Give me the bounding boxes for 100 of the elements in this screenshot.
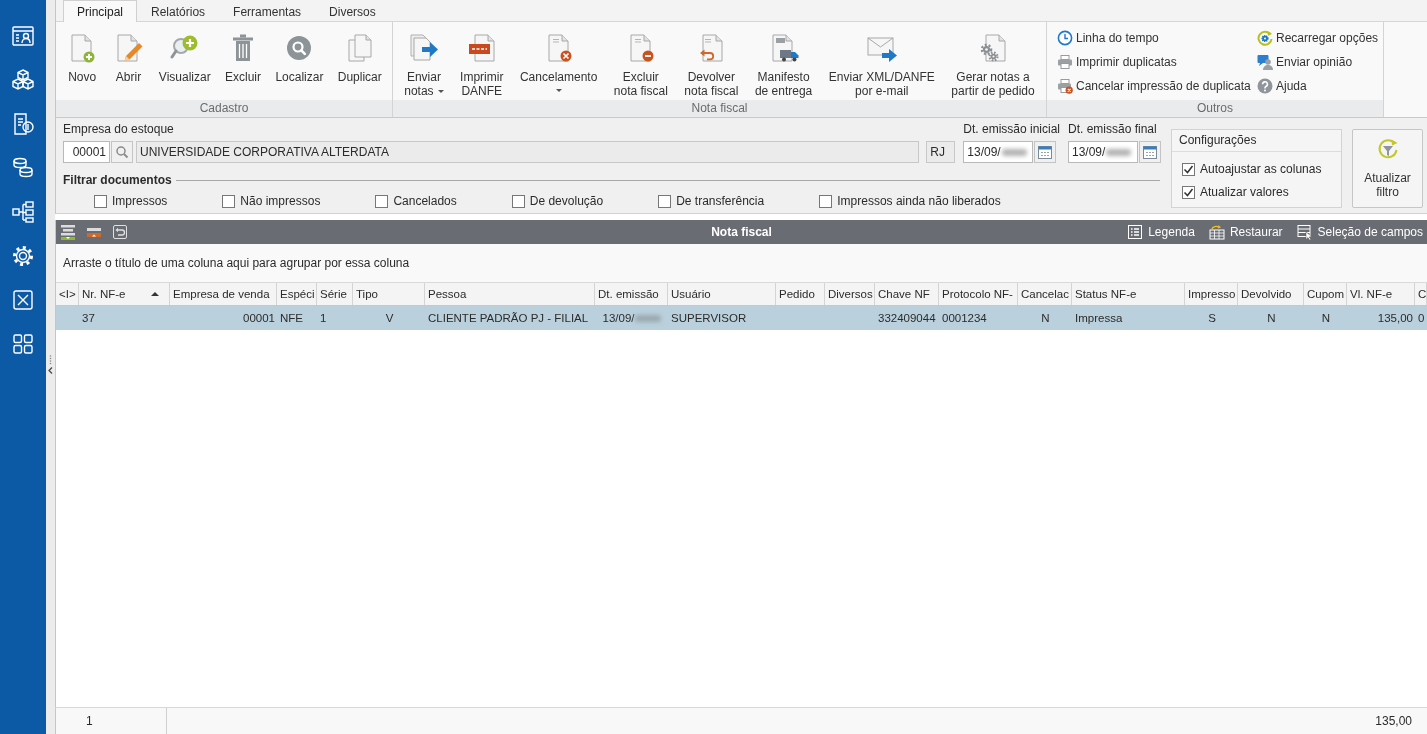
- table-cell-text: 135,00: [1376, 311, 1414, 326]
- table-cell-text: 1: [319, 311, 328, 326]
- column-header[interactable]: Tipo: [353, 283, 425, 305]
- column-header[interactable]: Nr. NF-e: [79, 283, 170, 305]
- column-header[interactable]: Protocolo NF-: [939, 283, 1018, 305]
- checkbox[interactable]: [819, 194, 833, 208]
- checkmark-icon: [1183, 163, 1194, 175]
- column-header[interactable]: Empresa de venda: [170, 283, 277, 305]
- cubes-icon[interactable]: [11, 68, 35, 92]
- group-label: Outros: [1047, 100, 1383, 117]
- documents-arrow-icon: [407, 32, 440, 64]
- checkbox[interactable]: [511, 194, 525, 208]
- document-coin-icon[interactable]: [11, 112, 35, 136]
- calendar-button[interactable]: [1139, 141, 1161, 163]
- column-header[interactable]: Usuário: [668, 283, 776, 305]
- checkbox[interactable]: [658, 194, 672, 208]
- column-header[interactable]: Diversos: [825, 283, 875, 305]
- checkbox-label: Impressos: [112, 194, 168, 208]
- table-cell: 13/09/: [595, 306, 668, 330]
- checkbox-label: Impressos ainda não liberados: [837, 194, 1001, 208]
- column-header[interactable]: Status NF-e: [1072, 283, 1185, 305]
- cancellation-button[interactable]: Cancelamento: [514, 22, 603, 100]
- record-count: 1: [86, 714, 93, 728]
- profile-card-icon[interactable]: [11, 24, 35, 48]
- ribbon-tab[interactable]: Ferramentas: [219, 1, 316, 22]
- timeline-button[interactable]: Linha do tempo: [1057, 28, 1159, 48]
- delivery-manifest-button[interactable]: Manifesto de entrega: [749, 22, 818, 100]
- restore-button[interactable]: Restaurar: [1208, 224, 1283, 240]
- coins-icon[interactable]: [11, 156, 35, 180]
- column-header[interactable]: Devolvido: [1238, 283, 1304, 305]
- panel-title: Configurações: [1172, 130, 1341, 152]
- send-invoices-button[interactable]: Enviar notas: [399, 22, 449, 100]
- checkbox[interactable]: [94, 194, 107, 208]
- table-cell-text: CLIENTE PADRÃO PJ - FILIAL: [427, 311, 590, 326]
- column-header[interactable]: C: [1415, 283, 1427, 305]
- table-cell-text: Impressa: [1074, 311, 1124, 326]
- ribbon-tab[interactable]: Diversos: [315, 1, 390, 22]
- print-duplicates-button[interactable]: Imprimir duplicatas: [1057, 52, 1177, 72]
- help-button[interactable]: Ajuda: [1257, 76, 1307, 96]
- column-header[interactable]: Pedido: [776, 283, 825, 305]
- group-label: Nota fiscal: [393, 100, 1046, 117]
- refresh-gear-icon: [1257, 30, 1273, 46]
- checkbox[interactable]: [1182, 185, 1195, 199]
- cancel-duplicate-print-button[interactable]: Cancelar impressão de duplicata: [1057, 76, 1251, 96]
- group-label: Cadastro: [56, 100, 392, 117]
- column-header[interactable]: Vl. NF-e: [1347, 283, 1415, 305]
- column-header[interactable]: <I>: [56, 283, 79, 305]
- email-xml-danfe-button[interactable]: Enviar XML/DANFE por e-mail: [823, 22, 940, 100]
- table-cell-text: N: [1266, 311, 1277, 326]
- gear-icon[interactable]: [11, 244, 35, 268]
- ribbon-tab[interactable]: Relatórios: [137, 1, 220, 22]
- column-header[interactable]: Impresso: [1185, 283, 1238, 305]
- column-header[interactable]: Dt. emissão: [595, 283, 668, 305]
- send-feedback-button[interactable]: Enviar opinião: [1257, 52, 1353, 72]
- date-field[interactable]: 13/09/: [1068, 141, 1138, 163]
- chat-person-icon: [1257, 54, 1273, 70]
- generate-invoices-button[interactable]: Gerar notas a partir de pedido: [946, 22, 1040, 100]
- column-header[interactable]: Pessoa: [425, 283, 595, 305]
- grid-title: Nota fiscal: [711, 225, 772, 239]
- column-header[interactable]: Chave NF: [875, 283, 939, 305]
- date-field[interactable]: 13/09/: [963, 141, 1034, 163]
- table-cell-text: 0: [1417, 311, 1426, 326]
- ribbon-tab[interactable]: Principal: [63, 0, 138, 22]
- checkbox-label: Não impressos: [240, 194, 321, 208]
- column-header[interactable]: Série: [317, 283, 353, 305]
- table-cell-text: SUPERVISOR: [670, 311, 748, 326]
- checkbox[interactable]: [375, 194, 389, 208]
- collapse-handle-icon[interactable]: [48, 355, 53, 374]
- printer-icon: [1057, 54, 1073, 70]
- view-button[interactable]: Visualizar: [153, 22, 216, 100]
- x-square-icon[interactable]: [11, 288, 35, 312]
- open-button[interactable]: Abrir: [107, 22, 150, 100]
- reload-options-button[interactable]: Recarregar opções: [1257, 28, 1379, 48]
- delete-invoice-button[interactable]: Excluir nota fiscal: [608, 22, 673, 100]
- column-header[interactable]: Espéci: [277, 283, 317, 305]
- hierarchy-icon[interactable]: [11, 200, 35, 224]
- calendar-icon: [1142, 144, 1158, 160]
- checkbox[interactable]: [1182, 162, 1195, 176]
- column-header[interactable]: Cancelac: [1018, 283, 1072, 305]
- legend-button[interactable]: Legenda: [1127, 224, 1195, 240]
- delete-button[interactable]: Excluir: [220, 22, 267, 100]
- find-button[interactable]: Localizar: [270, 22, 329, 100]
- company-name-field: UNIVERSIDADE CORPORATIVA ALTERDATA: [136, 141, 920, 163]
- return-invoice-button[interactable]: Devolver nota fiscal: [679, 22, 744, 100]
- new-button[interactable]: Novo: [61, 22, 104, 100]
- refresh-filter-button[interactable]: Atualizar filtro: [1352, 129, 1423, 208]
- duplicate-button[interactable]: Duplicar: [332, 22, 387, 100]
- calendar-button[interactable]: [1034, 141, 1057, 163]
- code-field[interactable]: 00001: [63, 141, 110, 163]
- four-squares-icon[interactable]: [11, 332, 35, 356]
- print-danfe-button[interactable]: Imprimir DANFE: [455, 22, 509, 100]
- search-button[interactable]: [111, 141, 133, 163]
- field-selection-button[interactable]: Seleção de campos: [1296, 224, 1423, 240]
- field-label: Dt. emissão final: [1068, 122, 1157, 137]
- table-row[interactable]: 37 00001 NFE 1 V CLIENTE PADRÃO PJ - FILIAL 13/09/ SUPERVISOR 332409044 0001234 N Impressa S N N 135,00 0: [56, 306, 1427, 330]
- checkbox[interactable]: [222, 194, 236, 208]
- state-field: RJ: [926, 141, 956, 163]
- column-header[interactable]: Cupom: [1304, 283, 1347, 305]
- stacked-bars-icon[interactable]: [60, 224, 76, 240]
- table-cell-text: 332409044: [877, 311, 937, 326]
